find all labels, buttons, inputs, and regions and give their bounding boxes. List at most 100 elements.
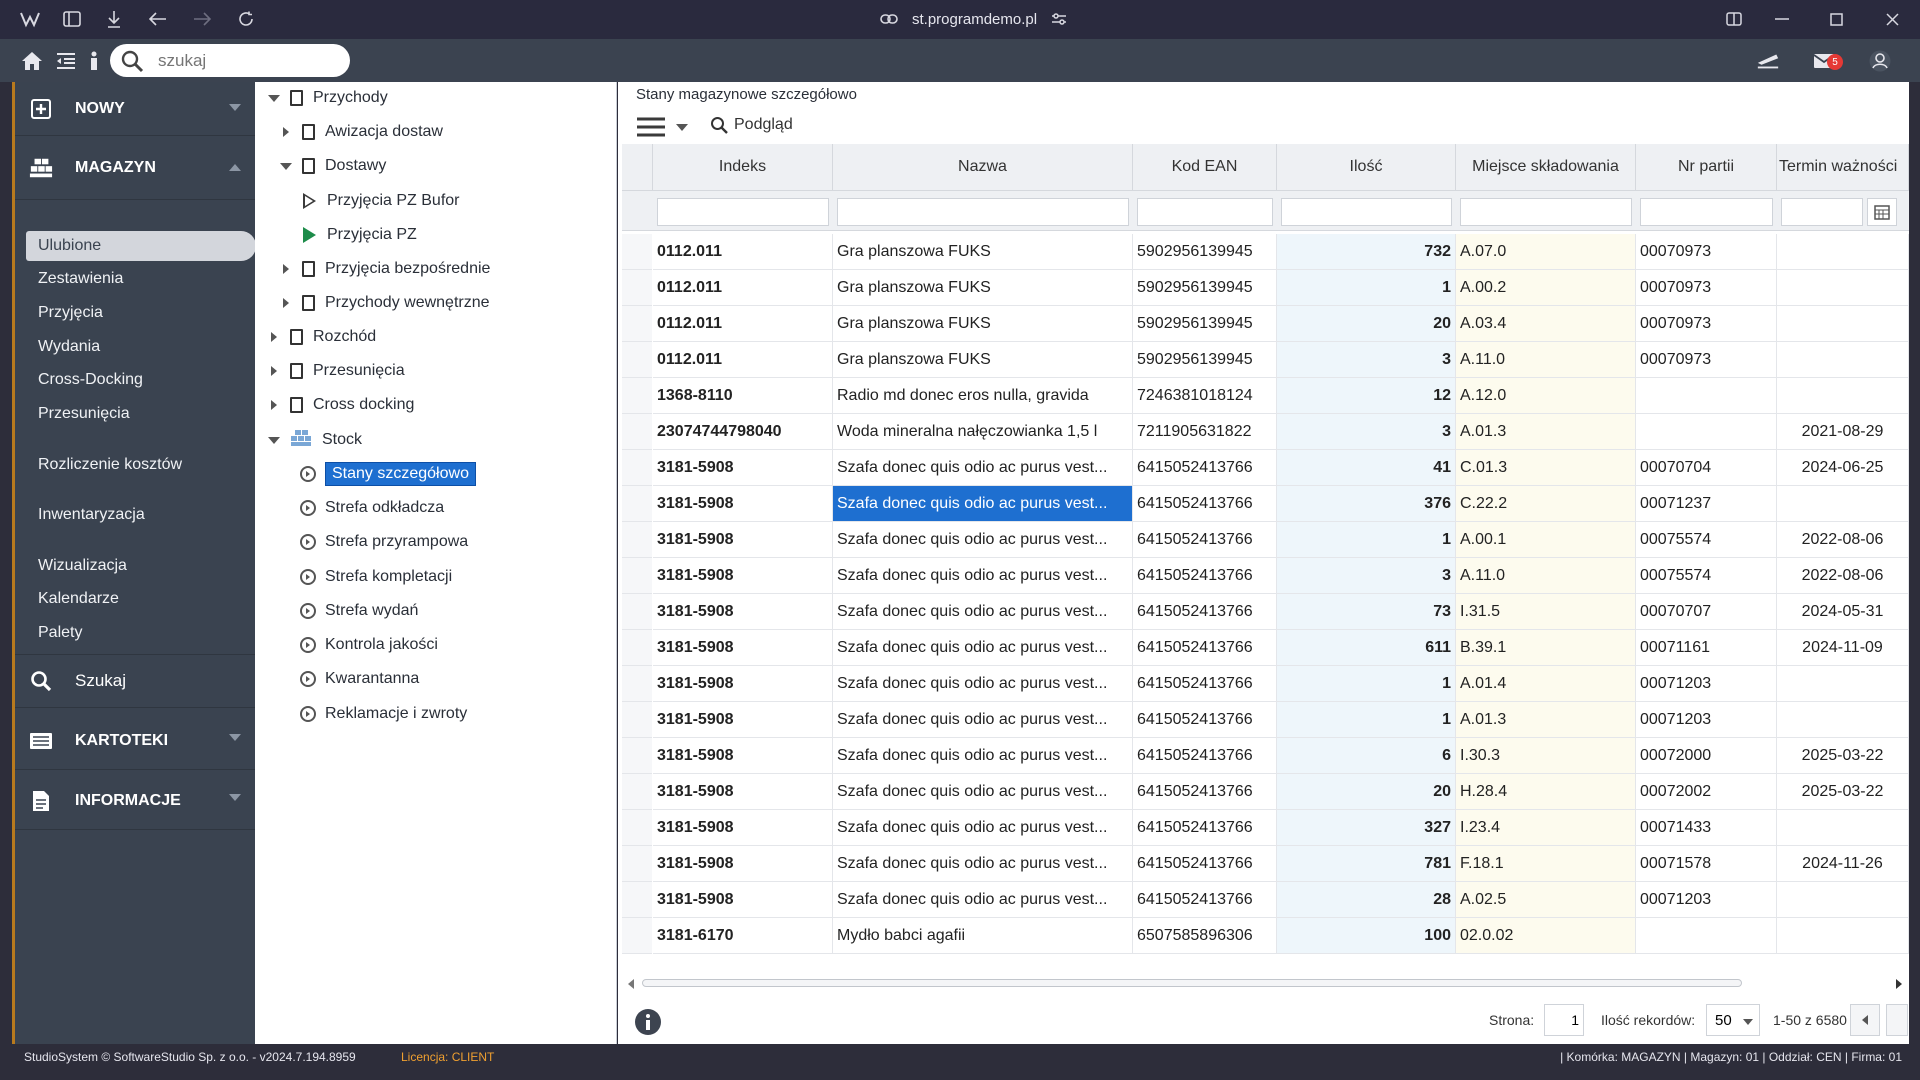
table-cell[interactable]	[1777, 342, 1909, 378]
row-selector[interactable]	[622, 234, 652, 270]
row-selector[interactable]	[622, 378, 652, 414]
sidebar-section-informacje[interactable]: INFORMACJE	[15, 772, 255, 830]
table-cell[interactable]: 00070704	[1636, 450, 1777, 486]
table-cell[interactable]: 2025-03-22	[1777, 774, 1909, 810]
column-header[interactable]: Nazwa	[833, 144, 1133, 191]
row-selector[interactable]	[622, 522, 652, 558]
column-header[interactable]: Ilość	[1277, 144, 1456, 191]
table-cell[interactable]: 6415052413766	[1133, 738, 1277, 774]
tree-node[interactable]: Strefa kompletacji	[300, 564, 452, 590]
table-cell[interactable]: 00071433	[1636, 810, 1777, 846]
table-cell[interactable]: I.31.5	[1456, 594, 1636, 630]
table-cell[interactable]: 2024-05-31	[1777, 594, 1909, 630]
table-cell[interactable]: 611	[1277, 630, 1456, 666]
table-cell[interactable]: Szafa donec quis odio ac purus vest...	[833, 846, 1133, 882]
forward-icon[interactable]	[190, 7, 214, 31]
row-selector[interactable]	[622, 594, 652, 630]
table-cell[interactable]	[1777, 486, 1909, 522]
menu-collapse-icon[interactable]	[54, 49, 78, 73]
table-cell[interactable]: I.30.3	[1456, 738, 1636, 774]
table-cell[interactable]: 6415052413766	[1133, 450, 1277, 486]
column-header[interactable]: Miejsce składowania	[1456, 144, 1636, 191]
table-cell[interactable]: Szafa donec quis odio ac purus vest...	[833, 558, 1133, 594]
table-cell[interactable]: 732	[1277, 234, 1456, 270]
table-cell[interactable]: Szafa donec quis odio ac purus vest...	[833, 738, 1133, 774]
table-cell[interactable]: 00072002	[1636, 774, 1777, 810]
tree-node[interactable]: Kontrola jakości	[300, 632, 438, 658]
table-cell[interactable]: 1	[1277, 702, 1456, 738]
table-cell[interactable]: 5902956139945	[1133, 270, 1277, 306]
tree-node[interactable]: Stock	[268, 427, 362, 453]
table-cell[interactable]: 5902956139945	[1133, 306, 1277, 342]
expand-right-icon[interactable]	[280, 126, 292, 138]
row-selector[interactable]	[622, 270, 652, 306]
table-cell[interactable]: 6415052413766	[1133, 594, 1277, 630]
tree-node[interactable]: Dostawy	[280, 153, 386, 179]
tree-node[interactable]: Cross docking	[268, 392, 414, 418]
table-cell[interactable]: A.01.3	[1456, 702, 1636, 738]
tree-node[interactable]: Przychody wewnętrzne	[280, 290, 490, 316]
table-cell[interactable]	[1777, 234, 1909, 270]
table-cell[interactable]: 2021-08-29	[1777, 414, 1909, 450]
browser-logo-icon[interactable]	[18, 7, 42, 31]
table-cell[interactable]	[1636, 414, 1777, 450]
row-selector[interactable]	[622, 666, 652, 702]
table-cell[interactable]: 7246381018124	[1133, 378, 1277, 414]
row-selector[interactable]	[622, 450, 652, 486]
info-circle-icon[interactable]	[634, 1008, 662, 1041]
row-selector[interactable]	[622, 810, 652, 846]
menu-dropdown-icon[interactable]	[676, 124, 688, 131]
sidebar-item-przesuniecia[interactable]: Przesunięcia	[26, 399, 256, 429]
download-icon[interactable]	[102, 7, 126, 31]
table-cell[interactable]: 20	[1277, 774, 1456, 810]
table-cell[interactable]: 1	[1277, 666, 1456, 702]
table-cell[interactable]: Woda mineralna nałęczowianka 1,5 l	[833, 414, 1133, 450]
global-search[interactable]	[110, 44, 350, 77]
table-cell[interactable]	[1777, 306, 1909, 342]
search-input[interactable]	[158, 50, 338, 71]
column-filter-input[interactable]	[657, 198, 829, 226]
table-cell[interactable]: A.11.0	[1456, 342, 1636, 378]
sidebar-section-nowy[interactable]: NOWY	[15, 82, 255, 136]
expand-down-icon[interactable]	[268, 434, 280, 446]
row-selector[interactable]	[622, 558, 652, 594]
row-selector[interactable]	[622, 306, 652, 342]
scroll-left-icon[interactable]	[628, 979, 634, 989]
column-filter-input[interactable]	[1640, 198, 1773, 226]
table-cell[interactable]: Szafa donec quis odio ac purus vest...	[833, 486, 1133, 522]
table-cell[interactable]: 00071203	[1636, 882, 1777, 918]
table-cell[interactable]: Szafa donec quis odio ac purus vest...	[833, 450, 1133, 486]
table-cell[interactable]: A.03.4	[1456, 306, 1636, 342]
sidebar-item-wizualizacja[interactable]: Wizualizacja	[26, 551, 256, 581]
row-selector[interactable]	[622, 414, 652, 450]
table-cell[interactable]: Szafa donec quis odio ac purus vest...	[833, 666, 1133, 702]
close-window-icon[interactable]	[1880, 7, 1904, 31]
table-cell[interactable]: B.39.1	[1456, 630, 1636, 666]
expand-down-icon[interactable]	[280, 160, 292, 172]
table-cell[interactable]: 6415052413766	[1133, 522, 1277, 558]
expand-right-icon[interactable]	[280, 263, 292, 275]
site-settings-icon[interactable]	[1051, 12, 1067, 26]
table-cell[interactable]: 7211905631822	[1133, 414, 1277, 450]
tree-node[interactable]: Strefa wydań	[300, 598, 418, 624]
table-cell[interactable]: A.00.1	[1456, 522, 1636, 558]
table-cell[interactable]: Szafa donec quis odio ac purus vest...	[833, 882, 1133, 918]
table-cell[interactable]: 0112.011	[653, 306, 833, 342]
table-cell[interactable]: 00070973	[1636, 270, 1777, 306]
split-view-icon[interactable]	[1722, 7, 1746, 31]
sidebar-section-magazyn[interactable]: MAGAZYN	[15, 137, 255, 200]
minimize-icon[interactable]	[1770, 7, 1794, 31]
page-number-input[interactable]	[1544, 1004, 1584, 1036]
row-selector[interactable]	[622, 774, 652, 810]
table-cell[interactable]: 781	[1277, 846, 1456, 882]
horizontal-scrollbar[interactable]	[626, 976, 1904, 990]
table-cell[interactable]: 6415052413766	[1133, 882, 1277, 918]
column-header[interactable]: Indeks	[653, 144, 833, 191]
table-cell[interactable]: 2022-08-06	[1777, 558, 1909, 594]
table-cell[interactable]: 3181-5908	[653, 486, 833, 522]
table-cell[interactable]: 3	[1277, 342, 1456, 378]
table-cell[interactable]: 3181-5908	[653, 558, 833, 594]
tree-node[interactable]: Strefa odkładcza	[300, 495, 444, 521]
column-filter-input[interactable]	[1137, 198, 1273, 226]
table-cell[interactable]: 2024-11-09	[1777, 630, 1909, 666]
